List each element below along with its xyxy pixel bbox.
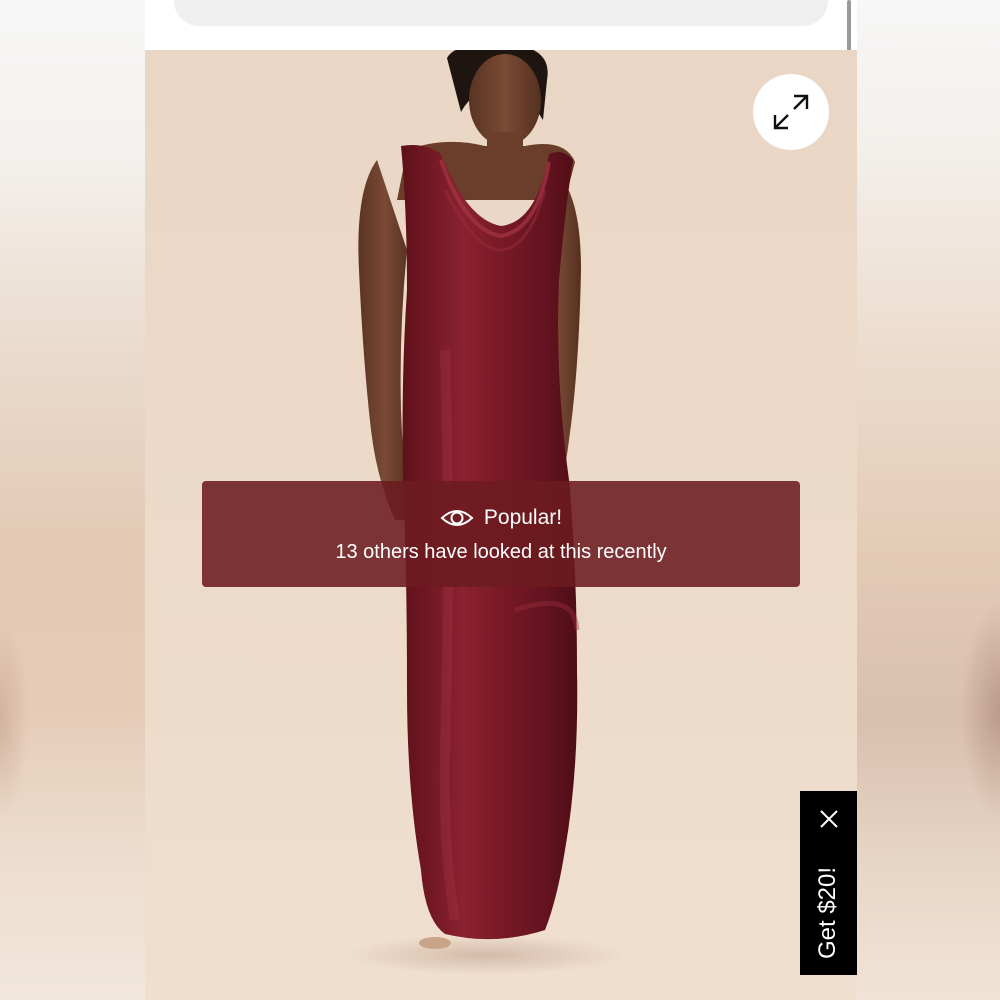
search-bar[interactable] [174, 0, 828, 26]
product-page: Popular! 13 others have looked at this r… [145, 0, 857, 1000]
promo-label[interactable]: Get $20! [814, 867, 842, 959]
blurred-background-right [857, 0, 1000, 1000]
popular-title-row: Popular! [202, 505, 800, 531]
popular-banner: Popular! 13 others have looked at this r… [202, 481, 800, 587]
screen: Popular! 13 others have looked at this r… [0, 0, 1000, 1000]
popular-title: Popular! [483, 506, 563, 529]
eye-icon [440, 510, 474, 526]
blurred-background-left [0, 0, 145, 1000]
close-icon[interactable] [818, 808, 840, 830]
expand-image-button[interactable] [753, 74, 829, 150]
popular-subtitle: 13 others have looked at this recently [335, 541, 667, 563]
product-image[interactable]: Popular! 13 others have looked at this r… [145, 50, 857, 1000]
promo-tab[interactable]: Get $20! [800, 791, 857, 975]
expand-arrows-icon [773, 94, 809, 130]
